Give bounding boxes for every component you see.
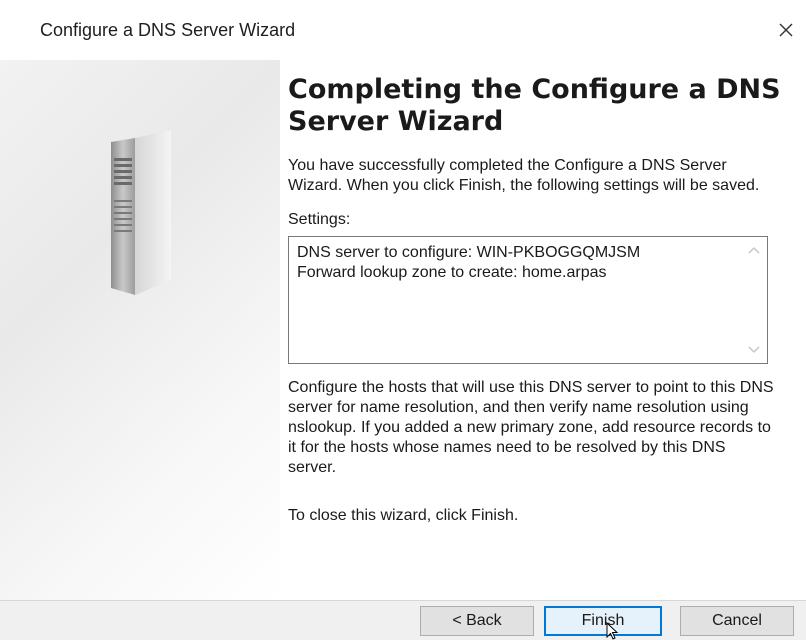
page-title-line1: Completing the Configure a DNS [288, 74, 781, 105]
intro-text: You have successfully completed the Conf… [288, 157, 760, 194]
scroll-down-button[interactable] [747, 343, 761, 357]
page-title: Completing the Configure a DNS Server Wi… [288, 74, 788, 138]
close-button[interactable] [772, 16, 800, 44]
window-title: Configure a DNS Server Wizard [40, 20, 296, 40]
settings-line-lookup-zone: Forward lookup zone to create: home.arpa… [297, 264, 607, 281]
close-hint-text: To close this wizard, click Finish. [288, 507, 519, 524]
finish-button[interactable]: Finish [544, 606, 662, 636]
title-bar: Configure a DNS Server Wizard [0, 0, 806, 60]
scroll-up-button[interactable] [747, 243, 761, 257]
settings-textbox[interactable]: DNS server to configure: WIN-PKBOGGQMJSM… [288, 236, 768, 364]
wizard-side-panel [0, 60, 280, 600]
wizard-content: Completing the Configure a DNS Server Wi… [288, 74, 788, 526]
mouse-pointer-icon [606, 622, 619, 640]
button-bar: < Back Finish Cancel [0, 601, 806, 640]
server-icon [111, 130, 171, 295]
settings-line-dns-server: DNS server to configure: WIN-PKBOGGQMJSM [297, 244, 641, 261]
settings-label: Settings: [288, 211, 351, 228]
chevron-up-icon [748, 247, 760, 254]
cancel-button[interactable]: Cancel [680, 606, 794, 636]
page-title-line2: Server Wizard [288, 106, 504, 137]
close-icon [779, 23, 793, 37]
back-button[interactable]: < Back [420, 606, 534, 636]
instructions-text: Configure the hosts that will use this D… [288, 379, 774, 476]
chevron-down-icon [748, 346, 760, 353]
